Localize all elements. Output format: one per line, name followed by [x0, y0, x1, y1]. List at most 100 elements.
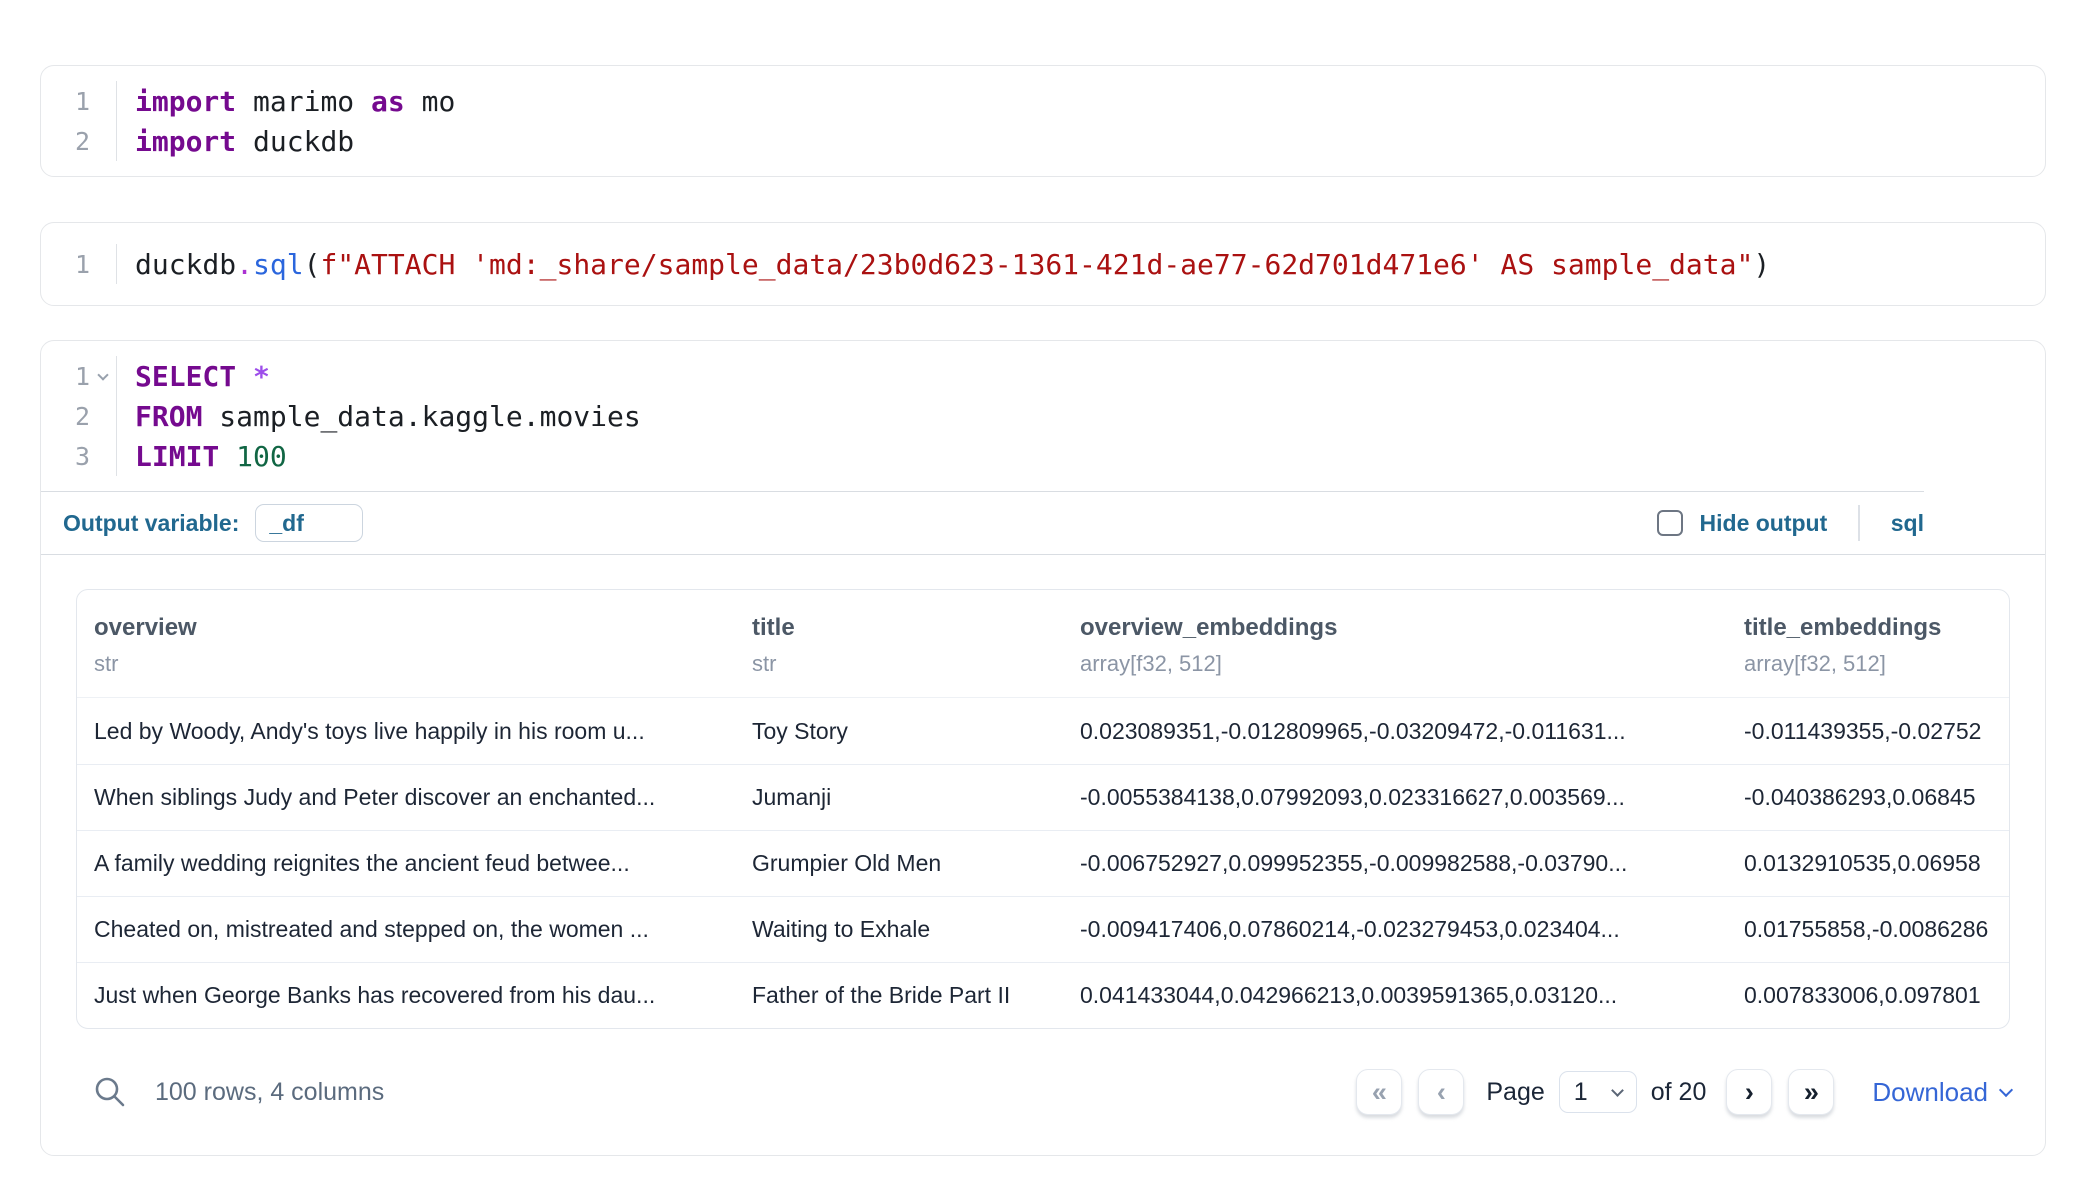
next-page-button[interactable]: ›	[1726, 1069, 1772, 1115]
code-editor-sql[interactable]: 1 SELECT * 2 FROM sample_data.kaggle.movies…	[41, 341, 2045, 491]
code-token: as	[371, 85, 405, 118]
next-page-icon: ›	[1745, 1077, 1754, 1108]
code-line[interactable]: 1import marimo as mo	[41, 81, 2045, 121]
table-row: Just when George Banks has recovered fro…	[77, 962, 2009, 1028]
column-name: title_embeddings	[1744, 614, 2009, 642]
first-page-button[interactable]: «	[1356, 1069, 1402, 1115]
table-cell: -0.040386293,0.06845	[1727, 784, 2009, 811]
line-number: 2	[75, 402, 90, 431]
code-token: )	[1753, 248, 1770, 281]
column-type: str	[752, 651, 1063, 677]
column-name: title	[752, 614, 1063, 642]
code-token: duckdb	[135, 248, 236, 281]
table-cell: Grumpier Old Men	[735, 850, 1063, 877]
last-page-button[interactable]: »	[1788, 1069, 1834, 1115]
code-token: 100	[236, 440, 287, 473]
table-row: Led by Woody, Andy's toys live happily i…	[77, 698, 2009, 764]
code-text[interactable]: import marimo as mo	[117, 81, 455, 121]
result-table: overview str title str overview_embeddingsar…	[76, 589, 2010, 1029]
download-button[interactable]: Download	[1872, 1077, 2011, 1108]
code-token: import	[135, 125, 236, 158]
notebook-page: 1import marimo as mo2import duckdb 1duck…	[0, 0, 2086, 1156]
code-editor-imports[interactable]: 1import marimo as mo2import duckdb	[41, 66, 2045, 176]
row-column-summary: 100 rows, 4 columns	[155, 1078, 384, 1107]
output-variable-value: _df	[269, 510, 304, 537]
previous-page-button[interactable]: ‹	[1418, 1069, 1464, 1115]
result-area: overview str title str overview_embeddingsar…	[41, 555, 2045, 1029]
output-variable-bar: Output variable: _df Hide output sql	[41, 492, 2045, 554]
line-number-gutter: 1	[41, 244, 117, 284]
code-text[interactable]: FROM sample_data.kaggle.movies	[117, 396, 641, 436]
table-cell: Father of the Bride Part II	[735, 982, 1063, 1009]
code-line[interactable]: 1duckdb.sql(f"ATTACH 'md:_share/sample_d…	[41, 244, 2045, 284]
table-cell: Just when George Banks has recovered fro…	[77, 982, 735, 1009]
language-badge[interactable]: sql	[1891, 510, 1924, 537]
column-type: str	[94, 651, 735, 677]
hide-output-checkbox[interactable]	[1657, 510, 1683, 536]
code-line[interactable]: 2 FROM sample_data.kaggle.movies	[41, 396, 2045, 436]
code-token: import	[135, 85, 236, 118]
hide-output-label[interactable]: Hide output	[1700, 510, 1828, 537]
code-token: sql	[253, 248, 304, 281]
line-number-gutter: 1	[41, 81, 117, 121]
column-name: overview	[94, 614, 735, 642]
table-cell: -0.006752927,0.099952355,-0.009982588,-0…	[1063, 850, 1727, 877]
line-number: 1	[75, 362, 90, 391]
pagination-controls: « ‹ Page 1 of 20 › » Download	[1356, 1069, 2011, 1115]
code-text[interactable]: import duckdb	[117, 121, 354, 161]
code-token: .	[236, 248, 253, 281]
code-line[interactable]: 2import duckdb	[41, 121, 2045, 161]
table-cell: -0.0055384138,0.07992093,0.023316627,0.0…	[1063, 784, 1727, 811]
search-button[interactable]	[93, 1075, 127, 1109]
table-row: When siblings Judy and Peter discover an…	[77, 764, 2009, 830]
code-cell-imports: 1import marimo as mo2import duckdb	[40, 65, 2046, 177]
first-page-icon: «	[1372, 1077, 1387, 1108]
page-label: Page	[1486, 1078, 1544, 1107]
chevron-down-icon	[1999, 1082, 2013, 1096]
line-number-gutter: 2	[41, 121, 117, 161]
column-header-overview[interactable]: overview str	[77, 614, 735, 677]
code-text[interactable]: duckdb.sql(f"ATTACH 'md:_share/sample_da…	[117, 244, 1770, 284]
table-cell: 0.0132910535,0.06958	[1727, 850, 2009, 877]
page-number-value: 1	[1574, 1078, 1588, 1107]
column-type: array[f32, 512]	[1744, 651, 2009, 677]
code-editor-attach[interactable]: 1duckdb.sql(f"ATTACH 'md:_share/sample_d…	[41, 223, 2045, 305]
table-body: Led by Woody, Andy's toys live happily i…	[77, 698, 2009, 1028]
column-header-title[interactable]: title str	[735, 614, 1063, 677]
table-row: A family wedding reignites the ancient f…	[77, 830, 2009, 896]
table-cell: 0.01755858,-0.0086286	[1727, 916, 2009, 943]
code-text[interactable]: SELECT *	[117, 356, 270, 396]
code-token: mo	[405, 85, 456, 118]
page-number-select[interactable]: 1	[1559, 1071, 1637, 1113]
code-token: sample_data.kaggle.movies	[202, 400, 640, 433]
line-number-gutter: 3	[41, 436, 117, 476]
column-header-title_embeddings[interactable]: title_embeddings array[f32, 512]	[1727, 614, 2009, 677]
table-cell: -0.009417406,0.07860214,-0.023279453,0.0…	[1063, 916, 1727, 943]
code-cell-attach: 1duckdb.sql(f"ATTACH 'md:_share/sample_d…	[40, 222, 2046, 306]
code-line[interactable]: 3LIMIT 100	[41, 436, 2045, 476]
code-token: duckdb	[236, 125, 354, 158]
output-variable-input[interactable]: _df	[255, 504, 363, 542]
fold-chevron-icon[interactable]	[97, 369, 108, 380]
code-text[interactable]: LIMIT 100	[117, 436, 287, 476]
column-header-overview_embeddings[interactable]: overview_embeddings array[f32, 512]	[1063, 614, 1727, 677]
vertical-divider	[1858, 505, 1860, 541]
page-count-label: of 20	[1651, 1078, 1707, 1107]
table-cell: Toy Story	[735, 718, 1063, 745]
download-label: Download	[1872, 1077, 1988, 1108]
code-token: FROM	[135, 400, 202, 433]
code-token: (	[304, 248, 321, 281]
line-number-gutter: 2	[41, 396, 117, 436]
table-row: Cheated on, mistreated and stepped on, t…	[77, 896, 2009, 962]
column-name: overview_embeddings	[1080, 614, 1727, 642]
column-type: array[f32, 512]	[1080, 651, 1727, 677]
output-variable-label: Output variable:	[63, 510, 239, 537]
table-cell: A family wedding reignites the ancient f…	[77, 850, 735, 877]
line-number-gutter: 1	[41, 356, 117, 396]
previous-page-icon: ‹	[1437, 1077, 1446, 1108]
code-line[interactable]: 1 SELECT *	[41, 356, 2045, 396]
table-footer: 100 rows, 4 columns « ‹ Page 1 of 20 ›	[41, 1029, 2045, 1155]
table-cell: Led by Woody, Andy's toys live happily i…	[77, 718, 735, 745]
search-icon	[93, 1075, 127, 1109]
output-bar-controls: Hide output sql	[1657, 505, 1924, 541]
